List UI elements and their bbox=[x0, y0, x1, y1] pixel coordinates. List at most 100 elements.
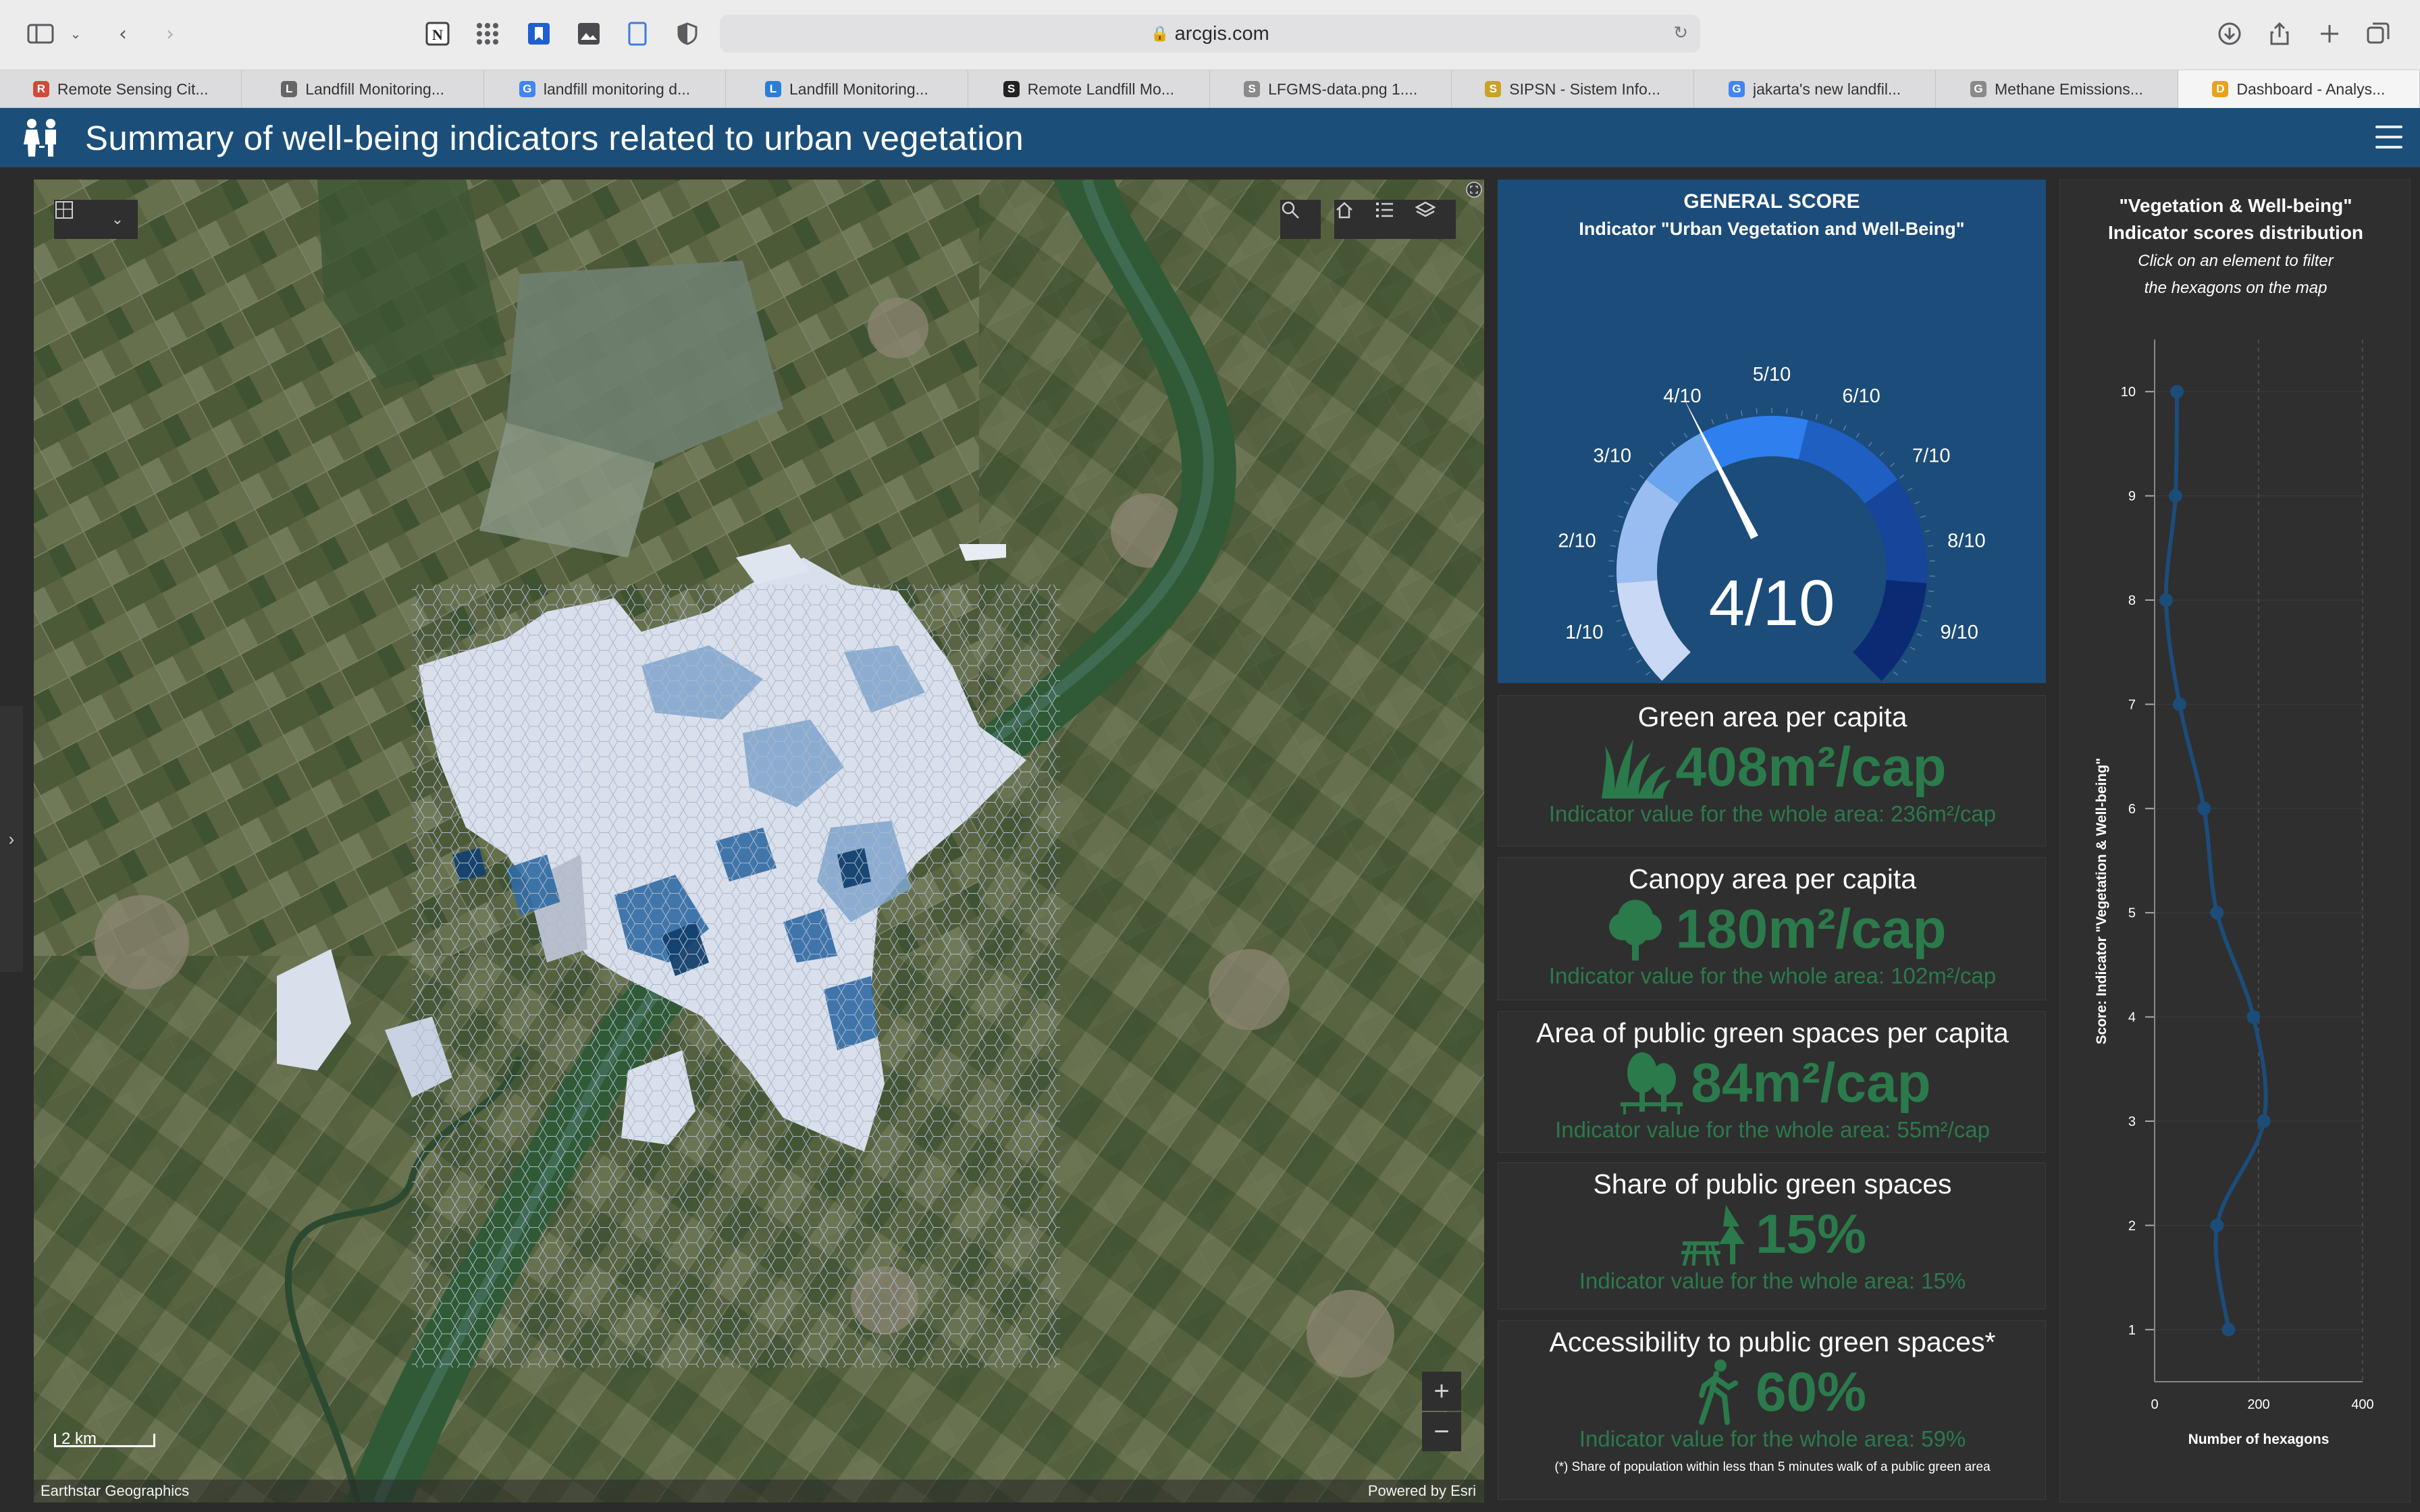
tab-favicon-icon: D bbox=[2212, 81, 2229, 97]
distribution-point[interactable] bbox=[2197, 801, 2211, 815]
indicator-title: Area of public green spaces per capita bbox=[1536, 1017, 2009, 1048]
y-tick-label: 5 bbox=[2128, 906, 2136, 921]
address-bar[interactable]: 🔒 arcgis.com ↻ bbox=[720, 15, 1700, 53]
x-tick-label: 0 bbox=[2151, 1397, 2158, 1412]
distribution-point[interactable] bbox=[2168, 489, 2182, 503]
gauge-tick-label: 3/10 bbox=[1594, 445, 1631, 466]
apps-grid-icon[interactable] bbox=[473, 19, 502, 49]
indicator-card: Green area per capita 408m²/cap Indicator … bbox=[1498, 695, 2046, 846]
distribution-point[interactable] bbox=[2210, 1218, 2224, 1233]
indicator-note: Indicator value for the whole area: 55m²… bbox=[1555, 1117, 1990, 1142]
gauge-tick bbox=[1610, 545, 1616, 547]
gauge-tick bbox=[1893, 671, 1898, 676]
share-icon[interactable] bbox=[2265, 19, 2294, 49]
gauge-tick bbox=[1612, 605, 1618, 608]
layer-list-toggle-icon[interactable] bbox=[54, 200, 97, 239]
fullscreen-icon[interactable] bbox=[1465, 181, 1483, 198]
y-tick-label: 6 bbox=[2128, 802, 2136, 817]
gauge-tick bbox=[1659, 452, 1664, 456]
gauge-tick bbox=[1924, 530, 1930, 533]
browser-tab[interactable]: L Landfill Monitoring... bbox=[726, 70, 968, 108]
distribution-point[interactable] bbox=[2210, 906, 2224, 920]
notion-extension-icon[interactable]: N bbox=[423, 19, 452, 49]
zoom-out-icon[interactable]: − bbox=[1422, 1412, 1461, 1451]
expand-panel-chevron-icon[interactable]: › bbox=[0, 706, 23, 972]
gauge-tick bbox=[1922, 619, 1928, 622]
gauge-tick bbox=[1671, 441, 1676, 447]
tab-label: Remote Sensing Cit... bbox=[57, 80, 209, 98]
page-title: Summary of well-being indicators related… bbox=[85, 118, 1024, 157]
gauge-tick bbox=[1928, 545, 1934, 547]
walking-person-icon bbox=[1679, 1357, 1756, 1428]
tab-favicon-icon: S bbox=[1003, 81, 1020, 97]
gauge-tick bbox=[1815, 414, 1818, 420]
gauge-tick bbox=[1631, 487, 1636, 491]
gauge-tick-label: 2/10 bbox=[1558, 530, 1596, 551]
scale-bar: 2 km bbox=[54, 1430, 155, 1448]
scale-bar-label: 2 km bbox=[61, 1430, 97, 1448]
gauge-tick-label: 5/10 bbox=[1753, 364, 1791, 385]
shield-extension-icon[interactable] bbox=[673, 19, 702, 49]
document-extension-icon[interactable] bbox=[623, 19, 652, 49]
browser-tab[interactable]: L Landfill Monitoring... bbox=[242, 70, 484, 108]
download-icon[interactable] bbox=[2215, 19, 2244, 49]
browser-tab[interactable]: Glandfill monitoring d... bbox=[484, 70, 727, 108]
gauge-band bbox=[1616, 580, 1691, 681]
bookmark-extension-icon[interactable] bbox=[524, 19, 554, 49]
indicator-title: Accessibility to public green spaces* bbox=[1549, 1326, 1996, 1357]
tab-label: SIPSN - Sistem Info... bbox=[1509, 80, 1660, 98]
distribution-point[interactable] bbox=[2246, 1010, 2261, 1024]
indicator-card: Area of public green spaces per capita 84… bbox=[1498, 1011, 2046, 1153]
gauge-tick bbox=[1613, 530, 1619, 533]
distribution-point[interactable] bbox=[2159, 593, 2173, 607]
browser-tab[interactable]: S SIPSN - Sistem Info... bbox=[1452, 70, 1694, 108]
attribution-right[interactable]: Powered by Esri bbox=[1368, 1482, 1476, 1500]
browser-tab[interactable]: S LFGMS-data.png 1.... bbox=[1210, 70, 1452, 108]
indicator-value: 15% bbox=[1755, 1204, 1867, 1265]
app-header: Summary of well-being indicators related… bbox=[0, 108, 2420, 167]
new-tab-icon[interactable] bbox=[2315, 19, 2344, 49]
browser-tab[interactable]: Gjakarta's new landfil... bbox=[1694, 70, 1937, 108]
map-view[interactable]: ⌄ + − 2 km Earthstar Geographics Powered… bbox=[34, 180, 1484, 1503]
distribution-point[interactable] bbox=[2257, 1114, 2271, 1128]
back-arrow-icon[interactable]: ‹ bbox=[108, 19, 138, 49]
tab-overview-icon[interactable] bbox=[2363, 19, 2393, 49]
gauge-value: 4/10 bbox=[1709, 567, 1835, 639]
gauge-tick bbox=[1683, 433, 1688, 438]
gauge-tick bbox=[1856, 433, 1860, 438]
gauge-tick bbox=[1648, 462, 1654, 467]
browser-tab[interactable]: G Methane Emissions... bbox=[1936, 70, 2178, 108]
layers-icon[interactable] bbox=[1415, 200, 1456, 239]
x-tick-label: 200 bbox=[2247, 1397, 2269, 1412]
distribution-chart[interactable]: 0 200 400 1 2 3 4 5 6 7 8 9 10 Number of hexagons Scor… bbox=[2060, 180, 2411, 1503]
browser-tab[interactable]: R Remote Sensing Cit... bbox=[0, 70, 242, 108]
indicator-title: Green area per capita bbox=[1637, 701, 1908, 732]
y-tick-label: 9 bbox=[2128, 489, 2136, 504]
gauge-tick-label: 9/10 bbox=[1940, 622, 1978, 643]
distribution-point[interactable] bbox=[2172, 697, 2186, 711]
browser-tab[interactable]: D Dashboard - Analys... bbox=[2178, 70, 2420, 108]
chevron-down-icon[interactable]: ⌄ bbox=[61, 19, 90, 49]
tab-favicon-icon: S bbox=[1244, 81, 1261, 97]
distribution-point[interactable] bbox=[2221, 1322, 2236, 1336]
satellite-basemap[interactable] bbox=[34, 180, 1484, 1503]
reload-icon[interactable]: ↻ bbox=[1673, 23, 1688, 43]
legend-list-icon[interactable] bbox=[1375, 200, 1415, 239]
score-gauge: 0/101/102/103/104/105/106/107/108/109/10… bbox=[1558, 364, 1986, 683]
search-icon[interactable] bbox=[1280, 200, 1321, 239]
browser-tab[interactable]: S Remote Landfill Mo... bbox=[968, 70, 1211, 108]
sidebar-toggle-icon[interactable] bbox=[26, 19, 55, 49]
indicator-card: Accessibility to public green spaces* 60%… bbox=[1498, 1320, 2046, 1500]
gauge-tick-label: 8/10 bbox=[1947, 530, 1985, 551]
hamburger-menu-icon[interactable] bbox=[2375, 126, 2402, 148]
forward-arrow-icon[interactable]: › bbox=[155, 19, 185, 49]
distribution-point[interactable] bbox=[2170, 385, 2184, 399]
indicator-card: Share of public green spaces 15% Indicator… bbox=[1498, 1162, 2046, 1310]
zoom-in-icon[interactable]: + bbox=[1422, 1372, 1461, 1411]
gauge-tick bbox=[1639, 475, 1645, 479]
gauge-tick bbox=[1920, 515, 1926, 518]
chevron-down-icon[interactable]: ⌄ bbox=[97, 200, 138, 239]
gauge-tick-label: 7/10 bbox=[1912, 445, 1950, 466]
image-extension-icon[interactable] bbox=[574, 19, 604, 49]
home-icon[interactable] bbox=[1334, 200, 1375, 239]
